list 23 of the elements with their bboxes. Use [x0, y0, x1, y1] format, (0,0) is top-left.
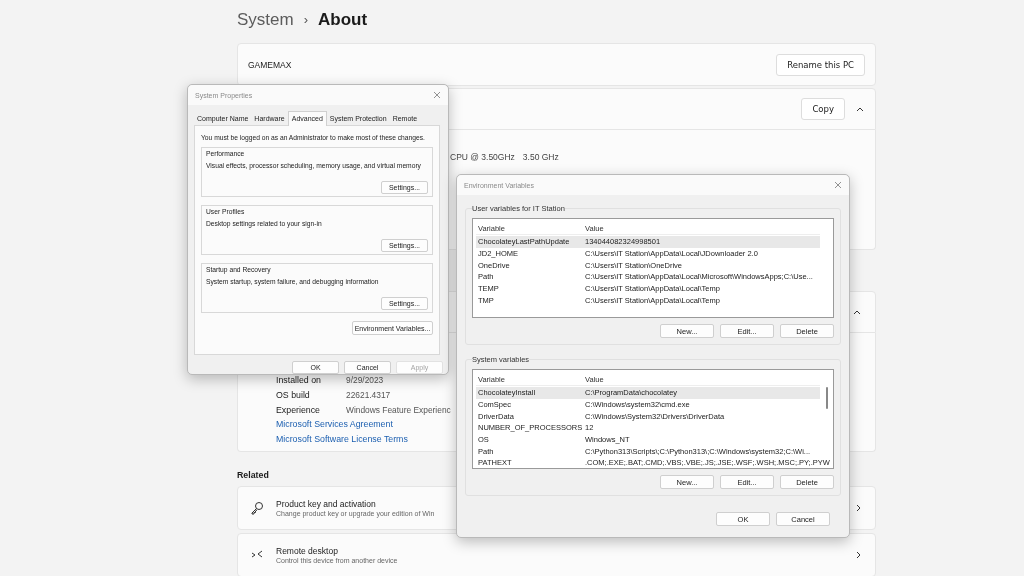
processor-value: CPU @ 3.50GHz	[450, 152, 515, 162]
page-title: About	[318, 9, 368, 30]
scrollbar-thumb[interactable]	[826, 387, 828, 409]
breadcrumb-parent[interactable]: System	[237, 9, 294, 30]
agreement-link[interactable]: Microsoft Software License Terms	[276, 431, 408, 446]
spec-value: 22621.4317	[346, 389, 391, 400]
device-name: GAMEMAX	[248, 59, 292, 70]
setting-title: Remote desktop	[276, 546, 339, 556]
spec-label: Installed on	[276, 374, 322, 385]
key-icon	[250, 501, 264, 515]
spec-value: Windows Feature Experienc	[346, 404, 451, 415]
breadcrumb-separator: ›	[303, 12, 309, 27]
spec-label: OS build	[276, 389, 311, 400]
close-icon[interactable]	[834, 181, 842, 189]
rename-button[interactable]: Rename this PC	[776, 53, 865, 76]
processor-speed: 3.50 GHz	[522, 152, 559, 162]
copy-button[interactable]: Copy	[801, 98, 845, 120]
close-icon[interactable]	[433, 91, 441, 99]
spec-value: 9/29/2023	[346, 374, 384, 385]
agreement-link[interactable]: Microsoft Services Agreement	[276, 417, 393, 432]
section-heading: Related	[237, 470, 269, 481]
setting-title: Product key and activation	[276, 499, 377, 509]
spec-label: Experience	[276, 404, 321, 415]
